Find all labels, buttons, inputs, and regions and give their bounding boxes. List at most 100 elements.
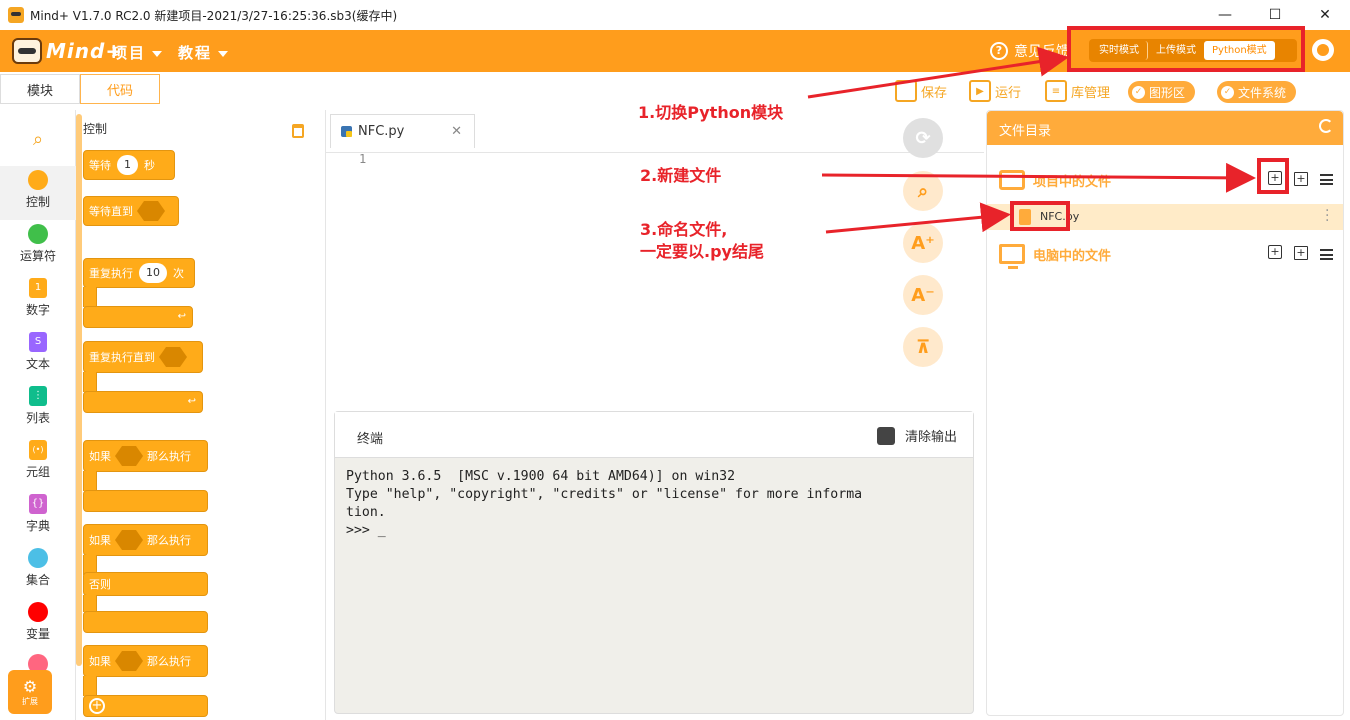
category-color-dot [28, 224, 48, 244]
palette-scrollbar[interactable] [76, 114, 82, 666]
project-files-folder[interactable]: 项目中的文件 [987, 163, 1343, 197]
terminal-panel: 终端 清除输出 Python 3.6.5 [MSC v.1900 64 bit … [334, 411, 974, 714]
app-logo-icon [8, 7, 24, 23]
folder-icon [999, 170, 1025, 190]
library-button[interactable]: ≡ 库管理 [1045, 80, 1110, 102]
category-text[interactable]: S 文本 [0, 328, 76, 382]
category-list[interactable]: ⋮ 列表 [0, 382, 76, 436]
category-label: 元组 [25, 465, 50, 479]
category-variable[interactable]: 变量 [0, 598, 76, 652]
block-if-else-end [83, 611, 208, 633]
computer-files-folder[interactable]: 电脑中的文件 [987, 237, 1343, 271]
settings-gear-icon[interactable] [1309, 39, 1337, 61]
category-sidebar: ⌕ 控制 运算符 1 数字 S 文本 ⋮ 列表 (•) 元组 {} 字典 集合 变量 [0, 110, 76, 720]
save-label: 保存 [921, 85, 948, 101]
condition-slot [115, 446, 143, 466]
tab-blocks[interactable]: 模块 [0, 74, 80, 104]
block-label: 那么执行 [147, 450, 191, 463]
new-folder-icon[interactable]: + [1294, 172, 1308, 186]
save-button[interactable]: 保存 [895, 80, 947, 102]
feedback-link[interactable]: ? 意见反馈 [990, 41, 1070, 61]
more-options-icon[interactable]: · · · [1325, 204, 1329, 228]
line-number: 1 [359, 152, 367, 166]
condition-slot [159, 347, 187, 367]
block-wait[interactable]: 等待 1 秒 [83, 150, 175, 180]
refresh-icon[interactable] [1319, 119, 1333, 133]
block-label: 如果 [89, 655, 111, 668]
block-if-else[interactable]: 如果 那么执行 [83, 524, 208, 556]
category-dict[interactable]: {} 字典 [0, 490, 76, 544]
terminal-header: 终端 清除输出 [335, 412, 973, 458]
filesystem-toggle[interactable]: ✓ 文件系统 [1217, 81, 1297, 103]
category-color-dot [28, 602, 48, 622]
add-circle-icon[interactable]: + [89, 698, 105, 714]
condition-slot [137, 201, 165, 221]
graphics-toggle[interactable]: ✓ 图形区 [1128, 81, 1196, 103]
condition-slot [115, 530, 143, 550]
block-arm [83, 287, 97, 307]
block-label: 否则 [89, 578, 111, 591]
block-repeat-until-end: ↩ [83, 391, 203, 413]
category-set[interactable]: 集合 [0, 544, 76, 598]
menu-icon[interactable] [1320, 249, 1333, 260]
block-label: 如果 [89, 534, 111, 547]
block-wait-until[interactable]: 等待直到 [83, 196, 179, 226]
annotation-step3: 3.命名文件, 一定要以.py结尾 [640, 220, 764, 261]
menu-project-label: 项目 [112, 44, 147, 62]
zoom-search-icon[interactable]: ⌕ [903, 171, 943, 211]
server-icon: ≡ [1045, 80, 1067, 102]
pin-icon[interactable] [292, 124, 304, 138]
brand-logo: Mind+ [12, 36, 123, 66]
block-repeat-until[interactable]: 重复执行直到 [83, 341, 203, 373]
annotation-highlight-new-file [1257, 158, 1289, 194]
font-decrease-icon[interactable]: A⁻ [903, 275, 943, 315]
close-icon[interactable]: ✕ [451, 124, 462, 139]
extension-button[interactable]: ⚙ 扩展 [8, 670, 52, 714]
loop-arrow-icon: ↩ [177, 311, 186, 322]
block-label: 如果 [89, 450, 111, 463]
tab-code[interactable]: 代码 [80, 74, 160, 104]
block-arm [83, 372, 97, 392]
library-label: 库管理 [1071, 85, 1111, 101]
python-file-icon [341, 126, 352, 137]
block-repeat[interactable]: 重复执行 10 次 [83, 258, 195, 288]
list-icon: ⋮ [29, 386, 47, 406]
menu-tutorial-label: 教程 [178, 44, 213, 62]
redo-icon[interactable]: ⟳ [903, 118, 943, 158]
annotation-highlight-mode [1067, 26, 1305, 72]
filesystem-label: 文件系统 [1238, 85, 1287, 100]
category-operators[interactable]: 运算符 [0, 220, 76, 274]
new-file-icon[interactable]: + [1268, 245, 1282, 259]
tuple-icon: (•) [29, 440, 47, 460]
category-number[interactable]: 1 数字 [0, 274, 76, 328]
loop-arrow-icon: ↩ [187, 396, 196, 407]
category-label: 运算符 [19, 249, 56, 263]
close-button[interactable]: ✕ [1300, 0, 1350, 30]
block-label: 等待 [89, 159, 111, 172]
annotation-step2: 2.新建文件 [640, 166, 722, 185]
text-icon: S [29, 332, 47, 352]
category-tuple[interactable]: (•) 元组 [0, 436, 76, 490]
block-label: 那么执行 [147, 655, 191, 668]
category-control[interactable]: 控制 [0, 166, 76, 220]
mindplus-window: Mind+ V1.7.0 RC2.0 新建项目-2021/3/27-16:25:… [0, 0, 1350, 720]
scroll-top-icon[interactable]: ⊼ [903, 327, 943, 367]
block-if[interactable]: 如果 那么执行 [83, 440, 208, 472]
editor-tab-nfc[interactable]: NFC.py ✕ [330, 114, 475, 148]
font-increase-icon[interactable]: A⁺ [903, 223, 943, 263]
block-if-end [83, 490, 208, 512]
block-input[interactable]: 10 [139, 263, 167, 283]
menu-project[interactable]: 项目 [112, 42, 163, 63]
menu-icon[interactable] [1320, 174, 1333, 185]
clear-output-button[interactable]: 清除输出 [876, 426, 957, 445]
search-icon[interactable]: ⌕ [0, 116, 76, 162]
block-input[interactable]: 1 [117, 155, 138, 175]
block-if-2[interactable]: 如果 那么执行 [83, 645, 208, 677]
run-button[interactable]: ▶ 运行 [969, 80, 1021, 102]
chevron-down-icon [152, 50, 163, 57]
menu-tutorial[interactable]: 教程 [178, 42, 229, 63]
new-folder-icon[interactable]: + [1294, 246, 1308, 260]
block-label: 那么执行 [147, 534, 191, 547]
block-arm [83, 471, 97, 491]
terminal-output[interactable]: Python 3.6.5 [MSC v.1900 64 bit AMD64)] … [335, 458, 973, 550]
